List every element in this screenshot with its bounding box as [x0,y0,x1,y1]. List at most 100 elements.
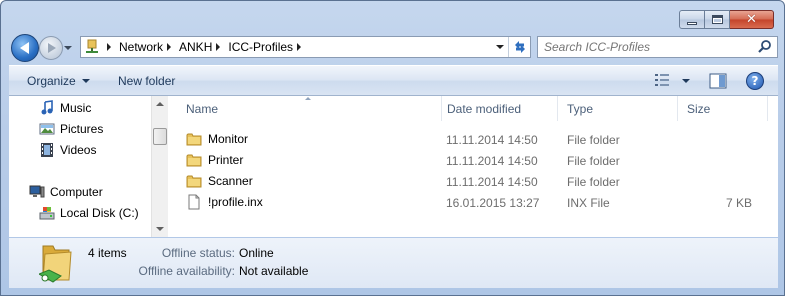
new-folder-button[interactable]: New folder [118,74,175,88]
file-row-printer[interactable]: Printer 11.11.2014 14:50 File folder [168,149,778,170]
scrollbar-thumb[interactable] [153,128,167,145]
organize-button[interactable]: Organize [27,74,90,88]
network-icon [81,37,103,57]
file-name-cell: !profile.inx [186,194,263,210]
file-type: File folder [567,154,620,168]
details-pane: 4 items Offline status: Online Offline a… [9,238,778,288]
address-bar[interactable]: Network ANKH ICC-Profiles [80,36,531,58]
scroll-down-icon[interactable] [156,227,164,231]
forward-arrow-icon [48,43,56,53]
close-button[interactable]: ✕ [730,10,774,29]
minimize-icon [687,21,697,25]
breadcrumb-ankh[interactable]: ANKH [179,40,212,54]
file-name: Printer [208,153,244,167]
back-arrow-icon [19,42,29,54]
nav-item-music[interactable]: Music [39,98,91,118]
nav-item-label: Local Disk (C:) [60,206,139,220]
caption-buttons: ✕ [679,10,774,29]
nav-item-pictures[interactable]: Pictures [39,119,103,139]
nav-item-videos[interactable]: Videos [39,140,96,160]
preview-pane-icon [709,73,727,89]
column-header-size[interactable]: Size [678,96,768,121]
command-bar: Organize New folder ? [9,65,778,96]
content-area: Music Pictures Videos Computer Local Dis… [9,96,778,237]
file-type: INX File [567,196,610,210]
file-type: File folder [567,133,620,147]
search-input[interactable] [544,40,744,54]
scroll-up-icon[interactable] [156,102,164,106]
help-button[interactable]: ? [746,72,764,90]
offline-status-value: Online [239,246,274,260]
offline-availability-label: Offline availability: [138,264,236,278]
file-date: 11.11.2014 14:50 [446,133,538,147]
file-list: Name Date modified Type Size Monitor 11.… [168,96,778,237]
breadcrumb-separator[interactable] [216,43,221,51]
file-row-profile-inx[interactable]: !profile.inx 16.01.2015 13:27 INX File 7… [168,191,778,212]
maximize-icon [711,15,723,24]
disk-icon [39,205,55,221]
file-size: 7 KB [725,196,752,210]
refresh-icon [514,41,525,53]
videos-icon [39,142,55,158]
nav-item-label: Videos [60,143,97,157]
breadcrumb-network[interactable]: Network [119,40,163,54]
item-count: 4 items [88,246,127,260]
search-box[interactable] [537,36,778,58]
computer-icon [29,184,45,200]
organize-label: Organize [27,74,76,88]
nav-item-label: Music [60,101,92,115]
file-name: Monitor [208,132,249,146]
file-row-monitor[interactable]: Monitor 11.11.2014 14:50 File folder [168,128,778,149]
new-folder-label: New folder [118,74,176,88]
column-header-label: Date modified [447,101,522,116]
breadcrumb-icc-profiles[interactable]: ICC-Profiles [228,40,293,54]
recent-pages-dropdown[interactable] [64,46,72,50]
breadcrumb-separator[interactable] [297,43,302,51]
pictures-icon [39,121,55,137]
nav-item-label: Pictures [60,122,104,136]
file-name-cell: Monitor [186,131,248,147]
preview-pane-button[interactable] [709,73,727,92]
navigation-pane-scrollbar[interactable] [151,96,168,237]
file-date: 16.01.2015 13:27 [446,196,540,210]
help-icon: ? [751,74,759,88]
file-name-cell: Scanner [186,173,253,189]
forward-button[interactable] [39,36,63,60]
back-button[interactable] [11,34,39,62]
breadcrumb-separator[interactable] [107,43,111,51]
column-header-name[interactable]: Name [177,96,442,121]
folder-icon [186,131,202,147]
search-icon[interactable] [757,39,773,55]
address-dropdown[interactable] [496,45,504,49]
offline-status-label: Offline status: [161,246,235,260]
offline-availability-value: Not available [239,264,309,278]
file-date: 11.11.2014 14:50 [446,175,538,189]
minimize-button[interactable] [679,10,705,29]
nav-item-local-disk[interactable]: Local Disk (C:) [39,203,139,223]
column-header-date[interactable]: Date modified [438,96,558,121]
explorer-window: ✕ Network ANKH ICC-Profiles Search ICC-P… [0,0,785,296]
column-header-label: Name [186,101,219,116]
folder-icon [186,173,202,189]
nav-item-computer[interactable]: Computer [29,182,103,202]
more-views-dropdown-icon[interactable] [682,79,690,83]
navigation-pane: Music Pictures Videos Computer Local Dis… [9,96,152,237]
close-icon: ✕ [746,12,757,27]
column-header-label: Type [567,101,594,116]
file-type: File folder [567,175,620,189]
organize-dropdown-icon [81,79,90,83]
change-view-button[interactable] [654,73,670,90]
column-header-type[interactable]: Type [558,96,678,121]
file-name: Scanner [208,174,253,188]
refresh-button[interactable] [508,37,530,57]
folder-icon [186,152,202,168]
maximize-button[interactable] [705,10,730,29]
file-row-scanner[interactable]: Scanner 11.11.2014 14:50 File folder [168,170,778,191]
music-icon [39,100,55,116]
breadcrumb-separator[interactable] [167,43,172,51]
view-details-icon [655,74,669,86]
column-header-label: Size [687,101,711,116]
file-name-cell: Printer [186,152,243,168]
file-icon [186,194,202,210]
nav-item-label: Computer [50,185,103,199]
